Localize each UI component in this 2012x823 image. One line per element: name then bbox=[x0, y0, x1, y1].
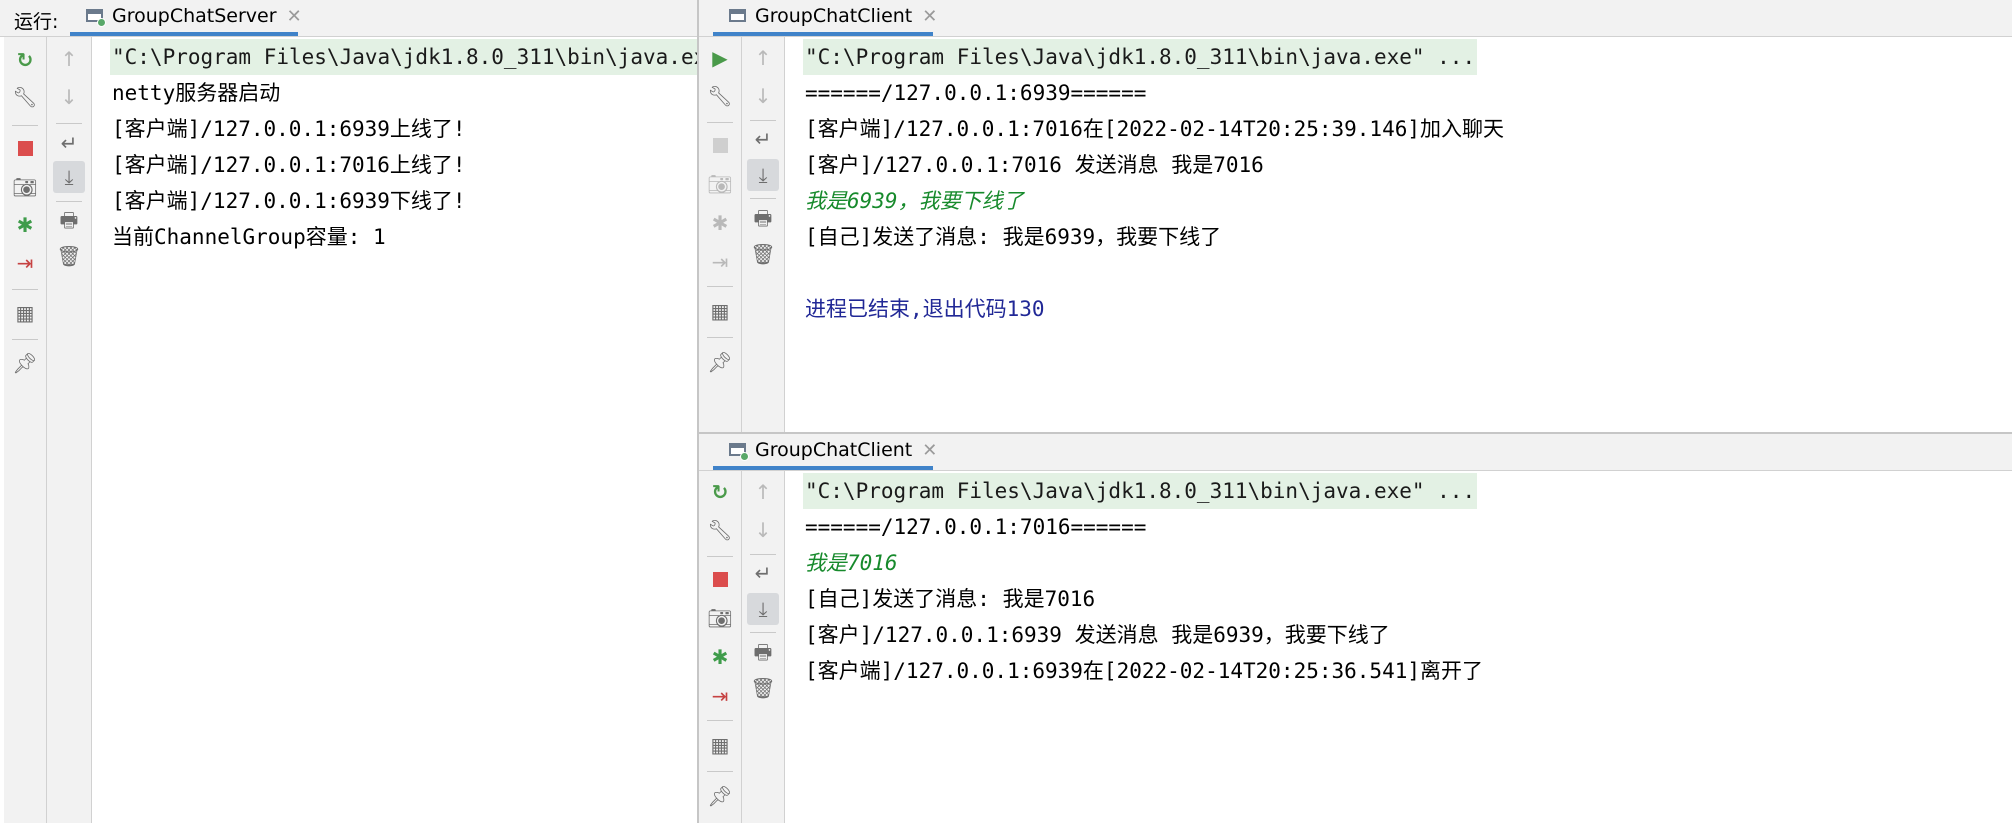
run-label: 运行: bbox=[14, 11, 59, 33]
soft-wrap-icon[interactable]: ↵ bbox=[747, 123, 779, 155]
server-run-toolbar: ↻ 🔧︎ 📷︎ ✱ ⇥ ▦ 📌︎ bbox=[4, 37, 47, 823]
stop-icon bbox=[704, 129, 736, 161]
process-exit-line: 进程已结束,退出代码130 bbox=[805, 297, 1045, 321]
client1-console-toolbar: ↑ ↓ ↵ ⤓ 🖶 🗑︎ bbox=[742, 37, 785, 432]
console-line: [自己]发送了消息: 我是7016 bbox=[805, 587, 1096, 611]
server-console-output[interactable]: "C:\Program Files\Java\jdk1.8.0_311\bin\… bbox=[110, 37, 697, 823]
trash-icon[interactable]: 🗑︎ bbox=[747, 672, 779, 704]
command-line: "C:\Program Files\Java\jdk1.8.0_311\bin\… bbox=[110, 39, 697, 75]
arrow-down-icon[interactable]: ↓ bbox=[747, 514, 779, 546]
layout-icon[interactable]: ▦ bbox=[704, 295, 736, 327]
soft-wrap-icon[interactable]: ↵ bbox=[53, 127, 85, 159]
client1-tab-bar: GroupChatClient ✕ bbox=[699, 0, 2012, 37]
print-icon[interactable]: 🖶 bbox=[747, 636, 779, 668]
console-line: ======/127.0.0.1:6939====== bbox=[805, 81, 1147, 105]
console-window-icon bbox=[727, 441, 749, 461]
wrench-icon[interactable]: 🔧︎ bbox=[9, 81, 41, 113]
stop-icon[interactable] bbox=[704, 563, 736, 595]
server-tab-bar: 运行: GroupChatServer ✕ bbox=[0, 0, 697, 37]
client2-run-toolbar: ↻ 🔧︎ 📷︎ ✱ ⇥ ▦ 📌︎ bbox=[699, 471, 742, 823]
command-line: "C:\Program Files\Java\jdk1.8.0_311\bin\… bbox=[803, 39, 1478, 75]
user-input-line: 我是6939，我要下线了 bbox=[805, 189, 1024, 213]
trash-icon[interactable]: 🗑︎ bbox=[747, 238, 779, 270]
tab-group-chat-server[interactable]: GroupChatServer ✕ bbox=[70, 0, 302, 36]
login-icon[interactable]: ⇥ bbox=[704, 680, 736, 712]
client1-run-toolbar: ▶ 🔧︎ 📷︎ ✱ ⇥ ▦ 📌︎ bbox=[699, 37, 742, 432]
tab-group-chat-client-2[interactable]: GroupChatClient ✕ bbox=[713, 434, 937, 470]
debug-bug-icon: ✱ bbox=[711, 211, 729, 235]
client2-console-output[interactable]: "C:\Program Files\Java\jdk1.8.0_311\bin\… bbox=[803, 471, 2012, 823]
client2-tab-bar: GroupChatClient ✕ bbox=[699, 434, 2012, 471]
client2-console-toolbar: ↑ ↓ ↵ ⤓ 🖶 🗑︎ bbox=[742, 471, 785, 823]
login-icon[interactable]: ⇥ bbox=[9, 247, 41, 279]
scroll-to-end-icon[interactable]: ⤓ bbox=[747, 159, 779, 191]
user-input-line: 我是7016 bbox=[805, 551, 898, 575]
console-line: [客户端]/127.0.0.1:7016上线了! bbox=[112, 153, 466, 177]
wrench-icon[interactable]: 🔧︎ bbox=[704, 514, 736, 546]
console-line: [客户端]/127.0.0.1:6939上线了! bbox=[112, 117, 466, 141]
arrow-up-icon[interactable]: ↑ bbox=[747, 476, 779, 508]
console-line: netty服务器启动 bbox=[112, 81, 281, 105]
console-line: 当前ChannelGroup容量: 1 bbox=[112, 225, 386, 249]
debug-bug-icon[interactable]: ✱ bbox=[9, 209, 41, 241]
soft-wrap-icon[interactable]: ↵ bbox=[747, 557, 779, 589]
debug-bug-icon[interactable]: ✱ bbox=[704, 641, 736, 673]
console-line: [自己]发送了消息: 我是6939，我要下线了 bbox=[805, 225, 1222, 249]
client2-run-pane: GroupChatClient ✕ ↻ 🔧︎ 📷︎ ✱ ⇥ ▦ 📌︎ ↑ ↓ ↵… bbox=[699, 434, 2012, 823]
console-line: [客户]/127.0.0.1:7016 发送消息 我是7016 bbox=[805, 153, 1264, 177]
login-icon: ⇥ bbox=[711, 250, 729, 274]
scroll-to-end-icon[interactable]: ⤓ bbox=[747, 593, 779, 625]
pin-icon[interactable]: 📌︎ bbox=[9, 347, 41, 379]
wrench-icon[interactable]: 🔧︎ bbox=[704, 80, 736, 112]
console-line: [客户]/127.0.0.1:6939 发送消息 我是6939，我要下线了 bbox=[805, 623, 1390, 647]
tab-label: GroupChatClient bbox=[755, 5, 913, 27]
client1-console-output[interactable]: "C:\Program Files\Java\jdk1.8.0_311\bin\… bbox=[803, 37, 2012, 432]
layout-icon[interactable]: ▦ bbox=[704, 729, 736, 761]
tab-group-chat-client-1[interactable]: GroupChatClient ✕ bbox=[713, 0, 937, 36]
camera-icon[interactable]: 📷︎ bbox=[704, 602, 736, 634]
scroll-to-end-icon[interactable]: ⤓ bbox=[53, 161, 85, 193]
camera-icon: 📷︎ bbox=[707, 172, 733, 196]
camera-icon[interactable]: 📷︎ bbox=[9, 171, 41, 203]
pin-icon[interactable]: 📌︎ bbox=[704, 780, 736, 812]
tab-label: GroupChatServer bbox=[112, 5, 277, 27]
layout-icon[interactable]: ▦ bbox=[9, 297, 41, 329]
close-icon[interactable]: ✕ bbox=[922, 440, 937, 461]
console-window-icon bbox=[84, 7, 106, 27]
stop-icon[interactable] bbox=[9, 132, 41, 164]
arrow-down-icon[interactable]: ↓ bbox=[53, 81, 85, 113]
command-line: "C:\Program Files\Java\jdk1.8.0_311\bin\… bbox=[803, 473, 1478, 509]
server-console-toolbar: ↑ ↓ ↵ ⤓ 🖶 🗑︎ bbox=[47, 37, 92, 823]
print-icon[interactable]: 🖶 bbox=[747, 202, 779, 234]
console-window-icon bbox=[727, 7, 749, 25]
pin-icon[interactable]: 📌︎ bbox=[704, 346, 736, 378]
tab-label: GroupChatClient bbox=[755, 439, 913, 461]
run-icon[interactable]: ▶ bbox=[704, 42, 736, 74]
console-line: [客户端]/127.0.0.1:6939在[2022-02-14T20:25:3… bbox=[805, 659, 1484, 683]
arrow-up-icon[interactable]: ↑ bbox=[53, 43, 85, 75]
console-line: [客户端]/127.0.0.1:6939下线了! bbox=[112, 189, 466, 213]
close-icon[interactable]: ✕ bbox=[287, 6, 302, 27]
close-icon[interactable]: ✕ bbox=[922, 6, 937, 27]
console-line: ======/127.0.0.1:7016====== bbox=[805, 515, 1147, 539]
arrow-down-icon[interactable]: ↓ bbox=[747, 80, 779, 112]
rerun-icon[interactable]: ↻ bbox=[704, 476, 736, 508]
arrow-up-icon[interactable]: ↑ bbox=[747, 42, 779, 74]
server-run-pane: 运行: GroupChatServer ✕ ↻ 🔧︎ 📷︎ ✱ ⇥ ▦ 📌︎ ↑… bbox=[0, 0, 697, 823]
rerun-icon[interactable]: ↻ bbox=[9, 44, 41, 76]
console-line: [客户端]/127.0.0.1:7016在[2022-02-14T20:25:3… bbox=[805, 117, 1505, 141]
print-icon[interactable]: 🖶 bbox=[53, 204, 85, 236]
trash-icon[interactable]: 🗑︎ bbox=[53, 240, 85, 272]
client1-run-pane: GroupChatClient ✕ ▶ 🔧︎ 📷︎ ✱ ⇥ ▦ 📌︎ ↑ ↓ ↵… bbox=[699, 0, 2012, 432]
